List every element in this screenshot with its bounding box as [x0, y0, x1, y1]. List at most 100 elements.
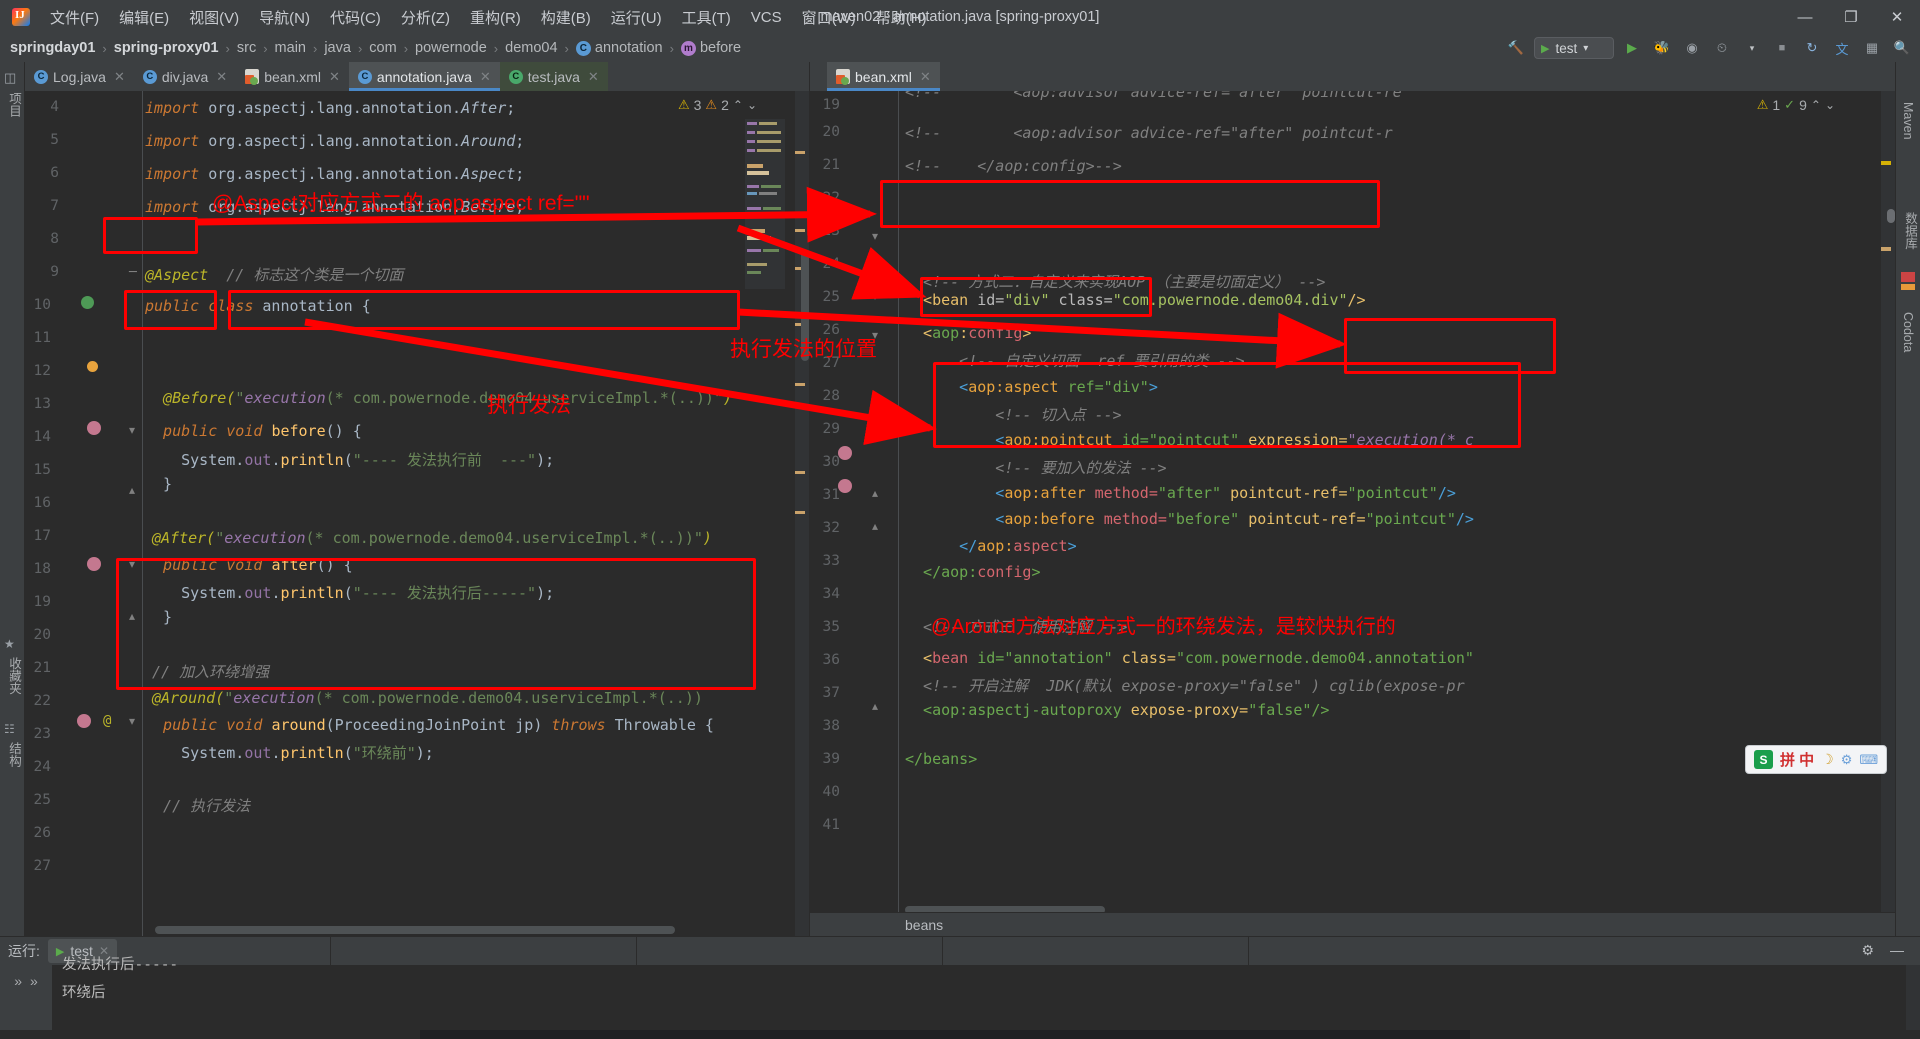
fold-marker[interactable]: ▾ [872, 421, 878, 435]
update-button[interactable]: ↻ [1800, 37, 1824, 59]
close-icon[interactable]: ✕ [920, 69, 931, 85]
horizontal-scrollbar[interactable] [155, 926, 675, 934]
fold-marker[interactable]: ▾ [129, 423, 135, 437]
structure-icon[interactable]: ☷ [4, 722, 21, 739]
layout-button[interactable]: ▦ [1860, 37, 1884, 59]
sidebar-item-structure[interactable]: 结构 [5, 742, 24, 767]
fold-marker[interactable]: ▴ [872, 699, 878, 713]
sidebar-item-maven[interactable]: Maven [1901, 102, 1915, 140]
ime-settings-icon[interactable]: ⚙ [1841, 752, 1853, 768]
sidebar-item-codota[interactable]: Codota [1901, 312, 1915, 352]
run-side-buttons[interactable]: » » [0, 965, 52, 1039]
coverage-button[interactable]: ◉ [1680, 37, 1704, 59]
xml-code-editor[interactable]: 19 20 21 22 23 24 25 26 27 28 29 30 31 3… [810, 91, 1895, 936]
minimize-panel-icon[interactable]: — [1890, 942, 1904, 958]
code-minimap[interactable] [745, 119, 785, 289]
chevron-down-icon[interactable]: ⌄ [747, 98, 757, 112]
chevron-down-icon[interactable]: ⌄ [1825, 98, 1835, 112]
fold-marker[interactable]: ▾ [129, 557, 135, 571]
fold-marker[interactable]: ▾ [872, 289, 878, 303]
menu-bar[interactable]: 文件(F) 编辑(E) 视图(V) 导航(N) 代码(C) 分析(Z) 重构(R… [40, 3, 937, 32]
breadcrumb-item-src[interactable]: src [237, 40, 256, 56]
sidebar-item-bookmarks[interactable]: 收藏夹 [5, 657, 24, 695]
breadcrumb-item-springday01[interactable]: springday01 [10, 40, 95, 56]
window-controls[interactable]: — ❐ ✕ [1782, 0, 1920, 34]
menu-item-build[interactable]: 构建(B) [531, 3, 601, 32]
gear-icon[interactable]: ⚙ [1861, 942, 1874, 959]
close-icon[interactable]: ✕ [480, 69, 491, 85]
menu-item-tools[interactable]: 工具(T) [672, 3, 741, 32]
sidebar-item-database[interactable]: 数据库 [1901, 212, 1920, 250]
tab-bean-xml[interactable]: bean.xml ✕ [236, 62, 349, 91]
fold-marker[interactable]: ▾ [872, 229, 878, 243]
menu-item-code[interactable]: 代码(C) [320, 3, 391, 32]
breadcrumb-item-powernode[interactable]: powernode [415, 40, 487, 56]
translate-button[interactable]: 文 [1830, 37, 1854, 59]
menu-item-navigate[interactable]: 导航(N) [249, 3, 320, 32]
tab-bean-xml-right[interactable]: bean.xml ✕ [827, 62, 940, 91]
ime-indicator[interactable]: S 拼 中 ☽ ⚙ ⌨ [1745, 745, 1888, 774]
tab-log-java[interactable]: C Log.java ✕ [25, 62, 134, 91]
close-icon[interactable]: ✕ [588, 69, 599, 85]
chevron-up-icon[interactable]: ⌃ [733, 98, 743, 112]
expand-button[interactable]: » [14, 973, 22, 989]
breadcrumb-item-before[interactable]: m before [680, 40, 741, 56]
menu-item-refactor[interactable]: 重构(R) [460, 3, 531, 32]
xml-breadcrumb[interactable]: beans [810, 912, 1895, 936]
breadcrumb-item-java[interactable]: java [324, 40, 351, 56]
tab-test-java[interactable]: C test.java ✕ [499, 62, 608, 91]
menu-item-vcs[interactable]: VCS [741, 5, 792, 30]
override-gutter-icon[interactable] [838, 479, 852, 493]
override-gutter-icon[interactable] [87, 557, 101, 571]
breadcrumb-item-main[interactable]: main [275, 40, 306, 56]
menu-item-edit[interactable]: 编辑(E) [109, 3, 179, 32]
menu-item-analyze[interactable]: 分析(Z) [391, 3, 460, 32]
chevron-down-icon[interactable]: ▾ [1740, 37, 1764, 59]
breadcrumb-item-spring-proxy01[interactable]: spring-proxy01 [114, 40, 219, 56]
run-button[interactable]: ▶ [1620, 37, 1644, 59]
error-stripe[interactable] [795, 91, 809, 936]
inspection-widget[interactable]: ⚠ 1 ✓ 9 ⌃ ⌄ [1757, 97, 1835, 113]
java-code-editor[interactable]: 4 5 6 7 8 9 10 11 12 13 14 15 16 17 18 1… [25, 91, 809, 936]
override-gutter-icon[interactable] [87, 421, 101, 435]
search-icon[interactable]: 🔍 [1890, 37, 1914, 59]
bookmarks-icon[interactable]: ★ [4, 637, 21, 654]
tab-div-java[interactable]: C div.java ✕ [134, 62, 236, 91]
breadcrumb-item-com[interactable]: com [369, 40, 396, 56]
close-icon[interactable]: ✕ [329, 69, 340, 85]
fold-marker[interactable]: ▴ [129, 609, 135, 623]
maximize-button[interactable]: ❐ [1828, 0, 1874, 34]
profiler-button[interactable]: ⏲ [1710, 37, 1734, 59]
console-error-stripe[interactable] [1906, 965, 1920, 1039]
editor-tabs-right[interactable]: bean.xml ✕ [810, 62, 1895, 91]
close-button[interactable]: ✕ [1874, 0, 1920, 34]
ime-keyboard-icon[interactable]: ⌨ [1859, 752, 1878, 768]
stop-button[interactable]: ■ [1770, 37, 1794, 59]
override-gutter-icon[interactable] [77, 714, 91, 728]
debug-button[interactable]: 🐝 [1650, 37, 1674, 59]
fold-marker[interactable]: ▾ [129, 714, 135, 728]
project-structure-icon[interactable]: ◫ [4, 70, 21, 87]
collapse-button[interactable]: » [30, 973, 38, 989]
run-configuration-selector[interactable]: ▶ test ▾ [1534, 37, 1614, 59]
console-output[interactable]: 发法执行后----- 环绕后 [52, 957, 1906, 1039]
tab-annotation-java[interactable]: C annotation.java ✕ [348, 62, 500, 91]
build-hammer-icon[interactable]: 🔨 [1504, 37, 1528, 59]
fold-marker[interactable]: ▴ [872, 519, 878, 533]
close-icon[interactable]: ✕ [216, 69, 227, 85]
editor-tabs-left[interactable]: C Log.java ✕ C div.java ✕ bean.xml ✕ C a… [25, 62, 809, 91]
run-gutter-icon[interactable] [81, 296, 94, 309]
fold-marker[interactable]: ▴ [872, 486, 878, 500]
menu-item-view[interactable]: 视图(V) [179, 3, 249, 32]
intention-bulb-icon[interactable] [87, 361, 98, 372]
override-gutter-icon[interactable] [838, 446, 852, 460]
fold-marker[interactable]: ▴ [129, 483, 135, 497]
chevron-up-icon[interactable]: ⌃ [1811, 98, 1821, 112]
inspection-widget[interactable]: ⚠ 3 ⚠ 2 ⌃ ⌄ [678, 97, 757, 113]
close-icon[interactable]: ✕ [114, 69, 125, 85]
sidebar-item-project[interactable]: 项目 [5, 92, 24, 117]
breadcrumb-item-demo04[interactable]: demo04 [505, 40, 557, 56]
breadcrumb-item-annotation[interactable]: C annotation [575, 40, 663, 56]
vertical-scrollbar[interactable] [1887, 209, 1895, 223]
menu-item-file[interactable]: 文件(F) [40, 3, 109, 32]
